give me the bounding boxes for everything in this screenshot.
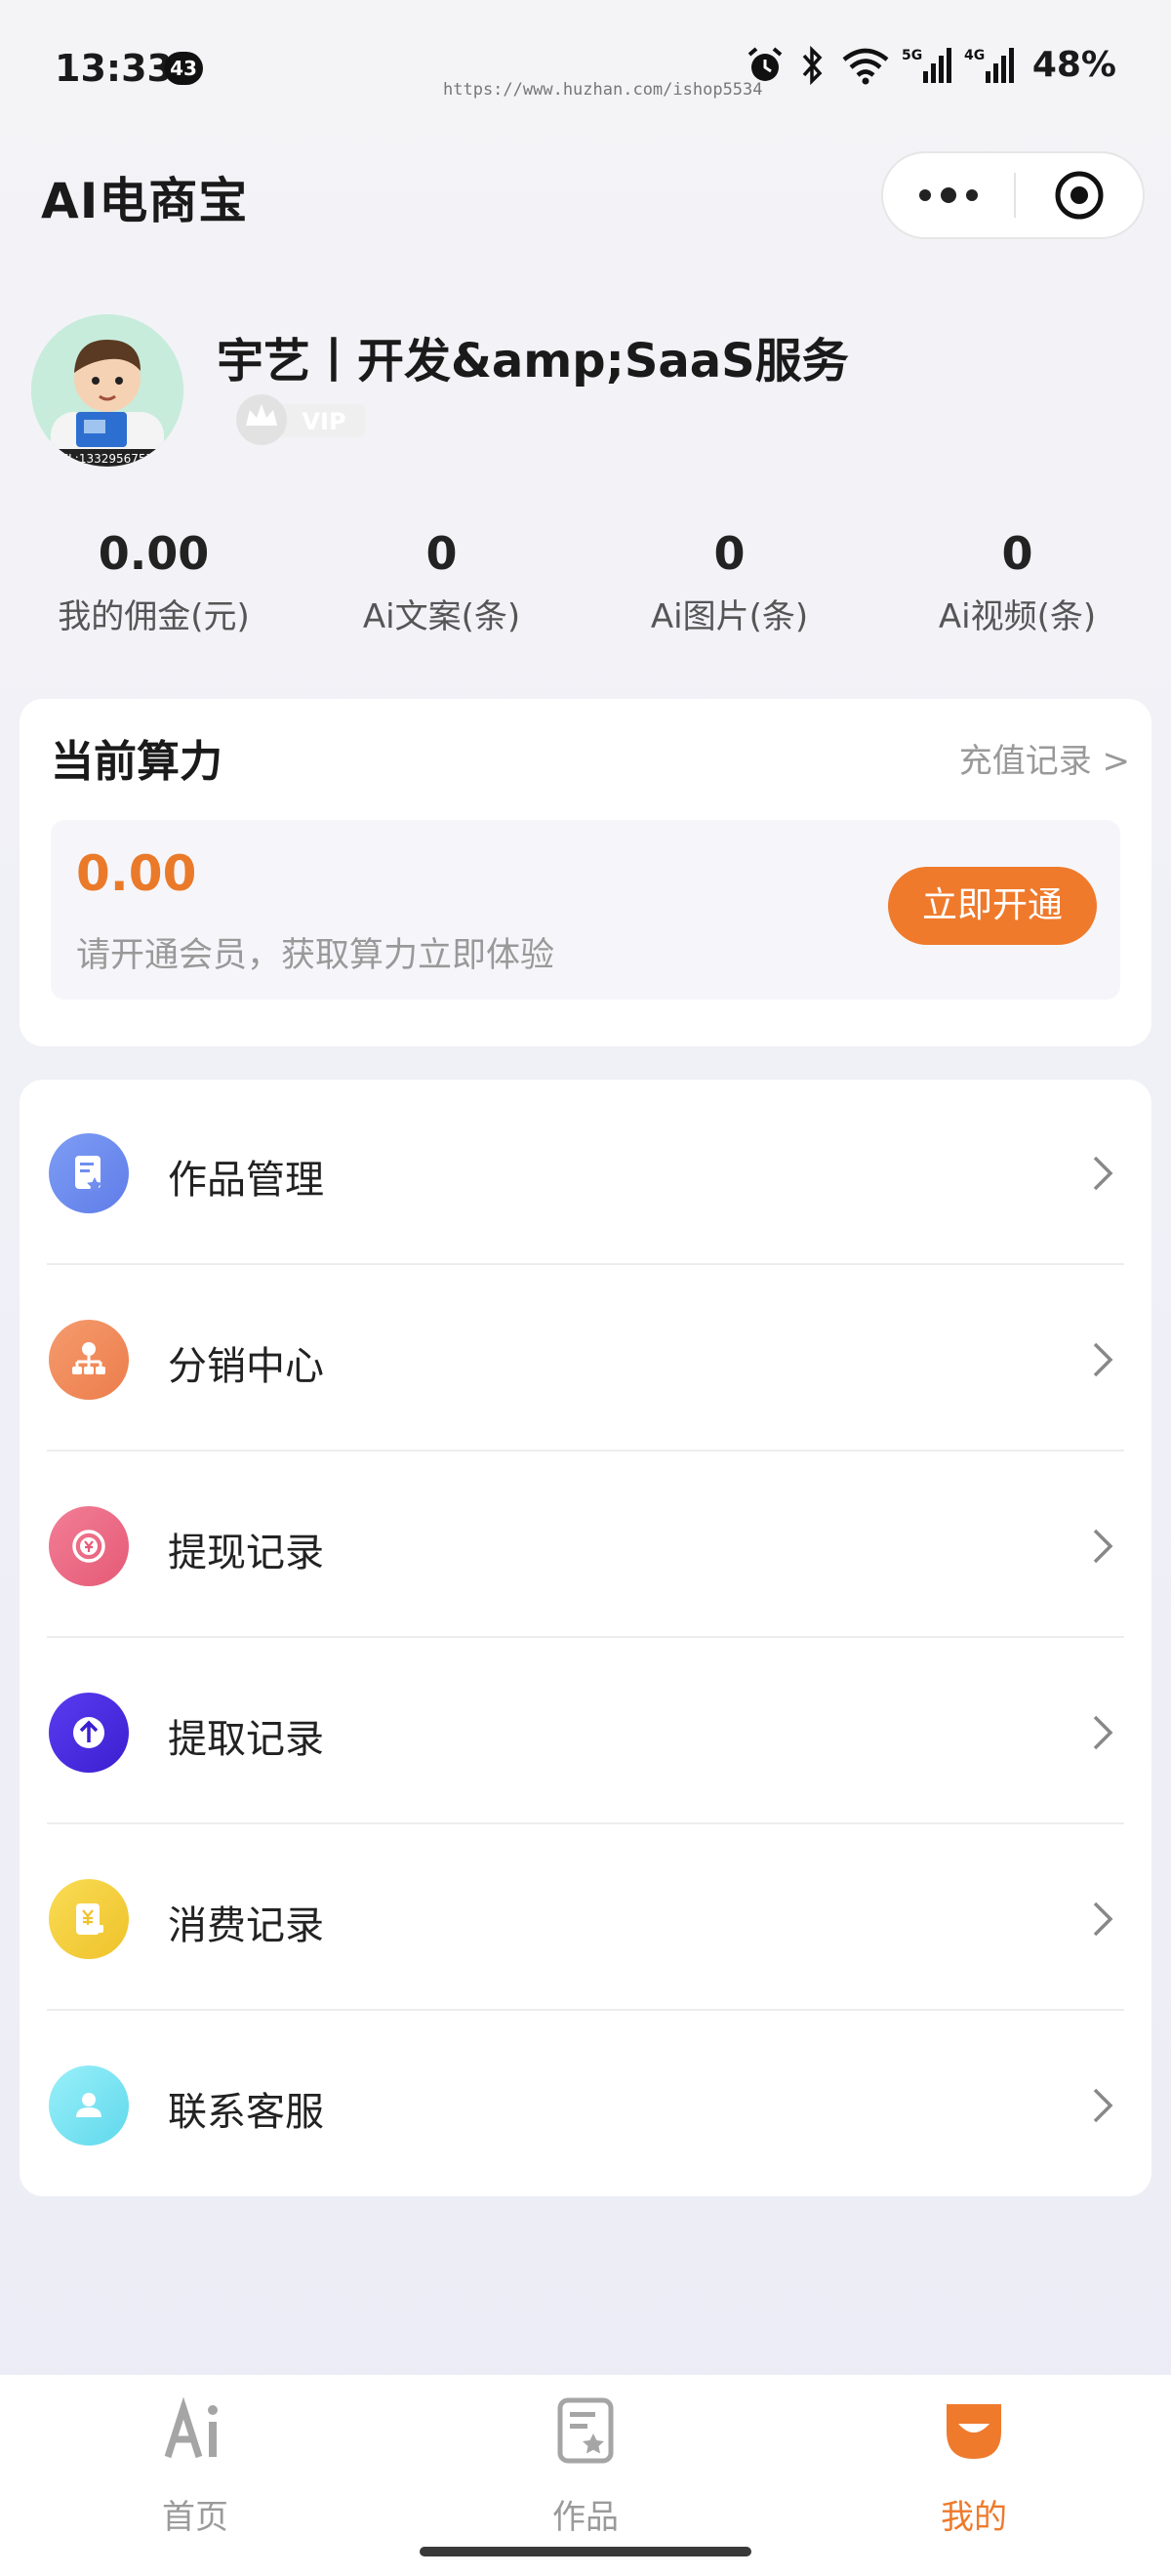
mini-program-capsule: [881, 151, 1145, 239]
avatar-illustration: TEL:13329567577: [31, 314, 183, 467]
app-title: AI电商宝: [41, 173, 249, 229]
menu-item-label: 消费记录: [168, 1903, 324, 1948]
compute-power-hint: 请开通会员，获取算力立即体验: [76, 936, 555, 975]
menu-item-label: 提取记录: [168, 1717, 324, 1762]
notification-count-badge: 43: [164, 52, 203, 85]
more-dot-icon: [919, 189, 931, 201]
signal-4g-icon: 4G: [964, 47, 1014, 83]
chevron-right-icon: [1093, 2088, 1113, 2123]
vip-badge: VIP: [236, 394, 365, 445]
stat-value: 0: [425, 527, 458, 580]
tab-label: 我的: [941, 2498, 1007, 2537]
chevron-right-icon: [1093, 1529, 1113, 1564]
tab-label: 作品: [552, 2498, 619, 2537]
chevron-right-icon: [1093, 1715, 1113, 1750]
compute-power-title: 当前算力: [51, 737, 222, 787]
menu-item-extract-records[interactable]: 提取记录: [20, 1639, 1151, 1824]
withdraw-icon: [49, 1506, 129, 1586]
menu-item-withdraw-records[interactable]: 提现记录: [20, 1452, 1151, 1638]
alarm-icon: [747, 46, 783, 81]
customer-service-icon: [49, 2065, 129, 2146]
compute-power-value: 0.00: [76, 845, 197, 902]
stat-label: 我的佣金(元): [58, 597, 250, 636]
more-menu-button[interactable]: [883, 153, 1014, 237]
menu-item-label: 分销中心: [168, 1344, 324, 1389]
svg-text:4G: 4G: [964, 48, 985, 63]
menu-card: 作品管理 分销中心 提现记录 提取记录 消费记录 联系客服: [20, 1080, 1151, 2196]
works-tab-icon: [557, 2397, 614, 2464]
stat-label: Ai文案(条): [362, 597, 521, 636]
menu-divider: [47, 1636, 1124, 1638]
stat-value: 0.00: [98, 527, 210, 580]
wifi-icon: [842, 48, 889, 84]
menu-item-expense-records[interactable]: 消费记录: [20, 1825, 1151, 2011]
avatar[interactable]: TEL:13329567577: [31, 314, 183, 467]
svg-text:5G: 5G: [902, 48, 922, 63]
tab-works[interactable]: 作品: [468, 2375, 703, 2541]
signal-5g-icon: 5G: [902, 47, 951, 83]
distribution-icon: [49, 1320, 129, 1400]
menu-item-label: 联系客服: [168, 2090, 324, 2135]
battery-level: 48%: [1031, 45, 1116, 85]
svg-text:TEL:13329567577: TEL:13329567577: [53, 452, 161, 466]
stat-value: 0: [1001, 527, 1033, 580]
menu-divider: [47, 1822, 1124, 1824]
more-dot-icon: [941, 187, 956, 203]
expense-icon: [49, 1879, 129, 1959]
stat-ai-images[interactable]: 0 Ai图片(条): [586, 527, 873, 644]
status-time: 13:33: [55, 47, 173, 90]
stat-label: Ai图片(条): [650, 597, 809, 636]
open-membership-button[interactable]: 立即开通: [888, 867, 1097, 945]
status-bar: 13:33 43 https://www.huzhan.com/ishop553…: [0, 0, 1171, 137]
menu-item-customer-service[interactable]: 联系客服: [20, 2012, 1151, 2197]
stat-label: Ai视频(条): [938, 597, 1097, 636]
close-mini-program-button[interactable]: [1016, 169, 1143, 222]
tab-mine[interactable]: 我的: [857, 2375, 1091, 2541]
stats-row: 0.00 我的佣金(元) 0 Ai文案(条) 0 Ai图片(条) 0 Ai视频(…: [0, 527, 1171, 644]
recharge-history-link[interactable]: 充值记录 >: [959, 734, 1130, 782]
mine-icon: [947, 2404, 1001, 2459]
tab-label: 首页: [162, 2498, 228, 2537]
compute-power-panel: 0.00 请开通会员，获取算力立即体验 立即开通: [51, 820, 1120, 1000]
menu-divider: [47, 2009, 1124, 2011]
tab-home[interactable]: 首页: [78, 2375, 312, 2541]
stat-commission[interactable]: 0.00 我的佣金(元): [10, 527, 298, 644]
stat-ai-copy[interactable]: 0 Ai文案(条): [298, 527, 586, 644]
menu-divider: [47, 1450, 1124, 1452]
more-dot-icon: [966, 189, 978, 201]
menu-divider: [47, 1263, 1124, 1265]
chevron-right-icon: [1093, 1342, 1113, 1377]
menu-item-label: 作品管理: [168, 1158, 324, 1203]
svg-text:VIP: VIP: [302, 408, 345, 435]
stat-value: 0: [713, 527, 746, 580]
upload-icon: [49, 1693, 129, 1773]
stat-ai-videos[interactable]: 0 Ai视频(条): [873, 527, 1161, 644]
ai-home-icon: [164, 2396, 218, 2459]
bluetooth-icon: [802, 45, 823, 85]
chevron-right-icon: [1093, 1156, 1113, 1191]
home-indicator: [420, 2547, 751, 2556]
user-nickname: 宇艺丨开发&amp;SaaS服务: [217, 334, 849, 388]
watermark-url: https://www.huzhan.com/ishop5534: [443, 80, 763, 100]
menu-item-works[interactable]: 作品管理: [20, 1080, 1151, 1265]
menu-item-distribution[interactable]: 分销中心: [20, 1266, 1151, 1452]
menu-item-label: 提现记录: [168, 1531, 324, 1575]
status-icons: 5G 4G 48%: [746, 45, 1116, 85]
compute-power-card: 当前算力 充值记录 > 0.00 请开通会员，获取算力立即体验 立即开通: [20, 699, 1151, 1046]
works-icon: [49, 1133, 129, 1213]
target-icon: [1055, 171, 1104, 220]
chevron-right-icon: [1093, 1901, 1113, 1937]
